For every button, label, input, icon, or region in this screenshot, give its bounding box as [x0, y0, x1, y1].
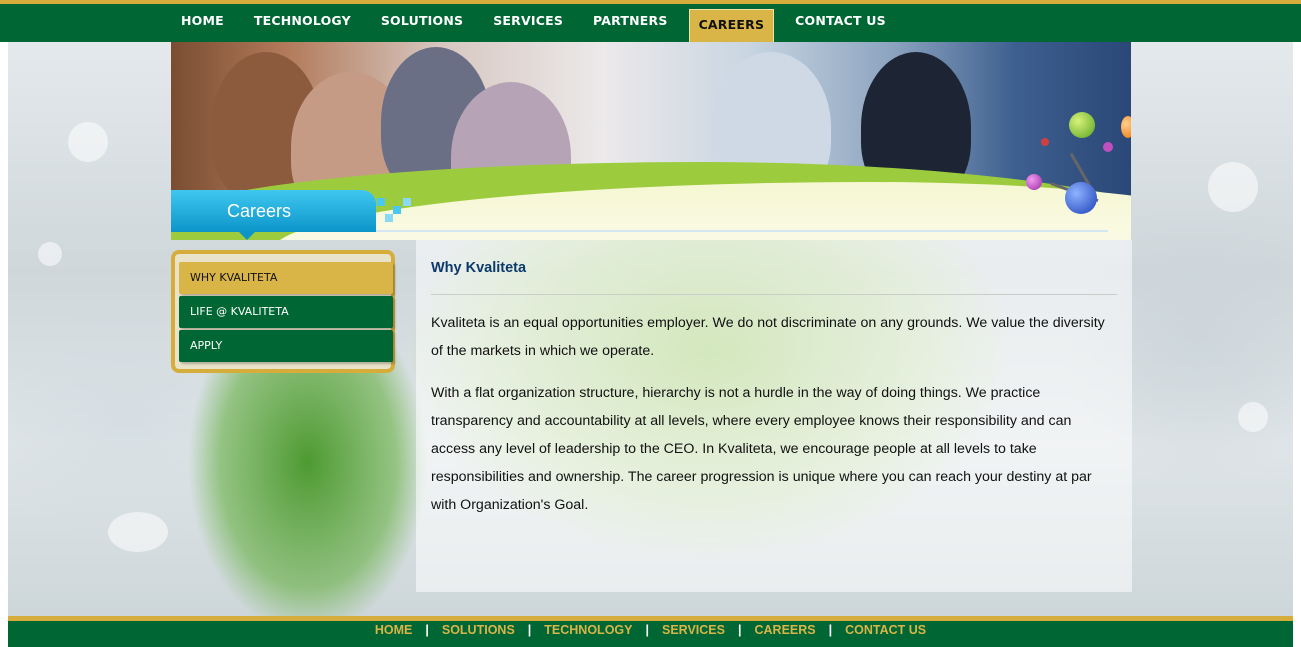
footer-separator: |	[645, 623, 649, 637]
footer-separator: |	[527, 623, 532, 637]
footer-link-services[interactable]: SERVICES	[662, 623, 725, 637]
molecule-icon	[1121, 116, 1131, 138]
footer-separator: |	[425, 623, 429, 637]
nav-contact-us[interactable]: CONTACT US	[780, 7, 901, 40]
content-paragraph: With a flat organization structure, hier…	[431, 385, 1092, 513]
molecule-icon	[1103, 142, 1113, 152]
top-navigation-bar: HOME TECHNOLOGY SOLUTIONS SERVICES PARTN…	[0, 0, 1301, 43]
footer-link-solutions[interactable]: SOLUTIONS	[442, 623, 515, 637]
nav-careers[interactable]: CAREERS	[688, 9, 775, 43]
nav-technology[interactable]: TECHNOLOGY	[239, 7, 366, 40]
nav-home[interactable]: HOME	[166, 7, 239, 40]
footer-link-home[interactable]: HOME	[375, 623, 413, 637]
sidebar-item-apply[interactable]: APPLY	[179, 330, 393, 362]
footer-link-technology[interactable]: TECHNOLOGY	[544, 623, 632, 637]
careers-sidebar-menu: WHY KVALITETA LIFE @ KVALITETA APPLY	[171, 250, 395, 373]
molecule-icon	[1026, 174, 1042, 190]
sidebar-item-why-kvaliteta[interactable]: WHY KVALITETA	[179, 262, 393, 294]
content-paragraph: Kvaliteta is an equal opportunities empl…	[431, 315, 1105, 359]
footer-separator: |	[828, 623, 833, 637]
footer-bar: HOME | SOLUTIONS | TECHNOLOGY | SERVICES | CAREE…	[8, 616, 1293, 647]
footer-link-careers[interactable]: CAREERS	[754, 623, 815, 637]
footer-link-contact-us[interactable]: CONTACT US	[845, 623, 926, 637]
section-title-tab: Careers	[171, 190, 376, 240]
molecule-icon	[1065, 182, 1097, 214]
nav-solutions[interactable]: SOLUTIONS	[366, 7, 478, 40]
molecule-icon	[1041, 138, 1049, 146]
main-menu: HOME TECHNOLOGY SOLUTIONS SERVICES PARTN…	[166, 7, 901, 43]
content-panel: Why Kvaliteta Kvaliteta is an equal oppo…	[416, 240, 1132, 592]
footer-separator: |	[737, 623, 742, 637]
footer-navigation: HOME | SOLUTIONS | TECHNOLOGY | SERVICES | CAREE…	[8, 621, 1293, 639]
nav-partners[interactable]: PARTNERS	[578, 7, 683, 40]
careers-banner-image: Careers	[171, 42, 1131, 240]
sidebar-item-life-at-kvaliteta[interactable]: LIFE @ KVALITETA	[179, 296, 393, 328]
molecule-icon	[1069, 112, 1095, 138]
banner-divider	[376, 230, 1108, 232]
nav-services[interactable]: SERVICES	[478, 7, 578, 40]
page-title: Why Kvaliteta	[431, 260, 1117, 295]
